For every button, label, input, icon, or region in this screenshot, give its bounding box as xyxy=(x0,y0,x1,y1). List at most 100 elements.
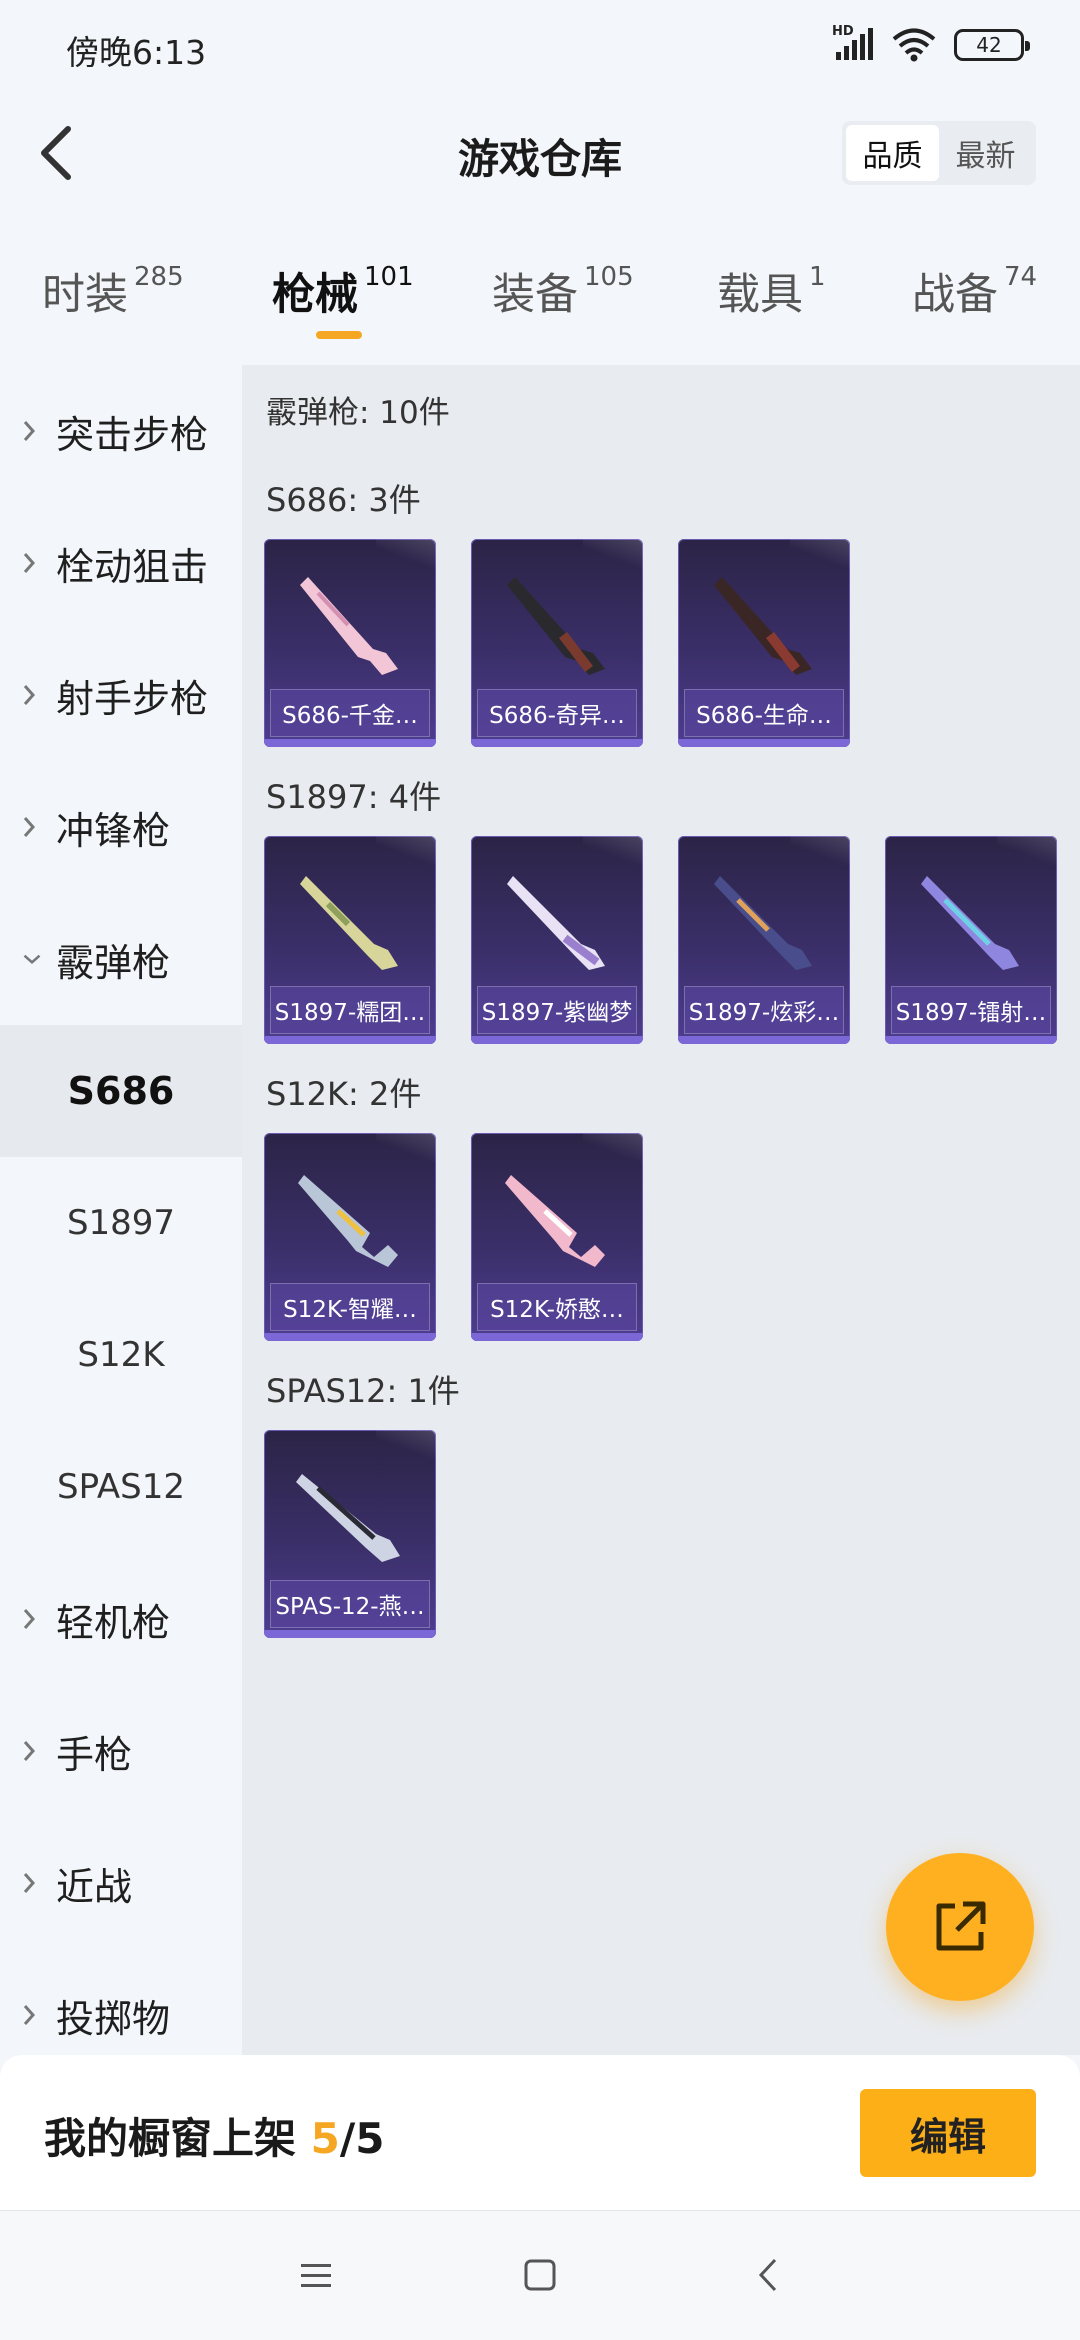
system-nav-bar xyxy=(0,2210,1080,2340)
sidebar-item-lmg[interactable]: 轻机枪 xyxy=(0,1553,242,1685)
skin-card[interactable]: S1897-镭射… xyxy=(885,836,1057,1044)
chevron-right-icon xyxy=(22,1607,42,1631)
group-title: SPAS12: 1件 xyxy=(266,1372,460,1410)
sidebar-item-label: 射手步枪 xyxy=(56,676,209,721)
skin-name: S12K-智耀… xyxy=(270,1283,430,1331)
shotgun-icon xyxy=(507,577,605,675)
shotgun-icon xyxy=(507,876,605,970)
rarity-bar xyxy=(678,739,850,747)
status-icons: HD 42 xyxy=(832,24,1030,62)
status-bar: 傍晚6:13 HD 42 xyxy=(0,0,1080,95)
content-area: 霰弹枪: 10件 S686: 3件 S686-千金… S686-奇异… S686… xyxy=(242,365,1080,2055)
tab-supplies[interactable]: 战备 74 xyxy=(912,260,1037,322)
sidebar-item-label: 冲锋枪 xyxy=(56,808,171,853)
rarity-bar xyxy=(471,739,643,747)
skin-card[interactable]: S686-千金… xyxy=(264,539,436,747)
group-title: S1897: 4件 xyxy=(266,778,442,816)
back-nav-button[interactable] xyxy=(746,2253,790,2297)
tab-label: 时装 xyxy=(42,270,128,320)
rifle-icon xyxy=(298,1175,398,1267)
sidebar-item-label: 轻机枪 xyxy=(56,1600,171,1645)
sidebar-sub-s1897[interactable]: S1897 xyxy=(0,1157,242,1289)
chevron-right-icon xyxy=(22,419,42,443)
tab-count: 101 xyxy=(364,262,414,292)
chevron-right-icon xyxy=(22,683,42,707)
back-icon xyxy=(758,2258,777,2292)
home-icon xyxy=(524,2259,556,2291)
skin-name: S686-奇异… xyxy=(477,689,637,737)
tab-label: 载具 xyxy=(717,270,803,320)
shelf-status: 我的橱窗上架 5/5 xyxy=(44,2105,384,2166)
sidebar: 突击步枪 栓动狙击 射手步枪 冲锋枪 霰弹枪 S686 S1897 S12K S… xyxy=(0,365,242,2055)
sidebar-item-shotgun[interactable]: 霰弹枪 xyxy=(0,893,242,1025)
group-title: S686: 3件 xyxy=(266,481,421,519)
skin-card[interactable]: S12K-智耀… xyxy=(264,1133,436,1341)
skin-name: S686-生命… xyxy=(684,689,844,737)
tab-count: 105 xyxy=(584,262,634,292)
sidebar-item-label: 近战 xyxy=(56,1864,133,1909)
shelf-current: 5 xyxy=(310,2114,340,2163)
group-title: S12K: 2件 xyxy=(266,1075,422,1113)
chevron-down-icon xyxy=(22,952,42,966)
shotgun-icon xyxy=(921,876,1019,970)
sort-quality-button[interactable]: 品质 xyxy=(846,125,939,181)
rarity-bar xyxy=(471,1333,643,1341)
sidebar-item-bolt-sniper[interactable]: 栓动狙击 xyxy=(0,497,242,629)
tab-label: 枪械 xyxy=(272,270,358,320)
tab-label: 战备 xyxy=(912,270,998,320)
skin-card[interactable]: S1897-糯团… xyxy=(264,836,436,1044)
rarity-bar xyxy=(264,1630,436,1638)
sidebar-sub-s12k[interactable]: S12K xyxy=(0,1289,242,1421)
skin-name: S1897-糯团… xyxy=(270,986,430,1034)
chevron-right-icon xyxy=(22,2003,42,2027)
share-icon xyxy=(936,1901,986,1951)
sidebar-sub-spas12[interactable]: SPAS12 xyxy=(0,1421,242,1553)
rarity-bar xyxy=(264,739,436,747)
skin-name: SPAS-12-燕… xyxy=(270,1580,430,1628)
tab-guns[interactable]: 枪械 101 xyxy=(272,260,414,322)
menu-icon xyxy=(301,2264,331,2287)
menu-button[interactable] xyxy=(294,2253,338,2297)
skin-card[interactable]: S686-奇异… xyxy=(471,539,643,747)
sidebar-item-label: 突击步枪 xyxy=(56,412,209,457)
shotgun-icon xyxy=(714,876,812,970)
battery-level: 42 xyxy=(976,33,1002,57)
tab-count: 74 xyxy=(1004,262,1038,292)
tab-count: 285 xyxy=(134,262,184,292)
chevron-right-icon xyxy=(22,1871,42,1895)
status-time: 傍晚6:13 xyxy=(66,33,207,72)
skin-name: S1897-镭射… xyxy=(891,986,1051,1034)
sort-newest-button[interactable]: 最新 xyxy=(939,125,1032,181)
share-button[interactable] xyxy=(886,1853,1034,2001)
rarity-bar xyxy=(264,1036,436,1044)
sidebar-item-label: 手枪 xyxy=(56,1732,133,1777)
skin-card[interactable]: S1897-紫幽梦 xyxy=(471,836,643,1044)
home-button[interactable] xyxy=(518,2253,562,2297)
skin-name: S1897-紫幽梦 xyxy=(477,986,637,1034)
sidebar-item-label: 霰弹枪 xyxy=(56,940,171,985)
sidebar-item-marksman-rifle[interactable]: 射手步枪 xyxy=(0,629,242,761)
edit-button[interactable]: 编辑 xyxy=(860,2089,1036,2177)
sidebar-sub-s686[interactable]: S686 xyxy=(0,1025,242,1157)
shelf-total: 5 xyxy=(355,2114,385,2163)
sidebar-item-pistol[interactable]: 手枪 xyxy=(0,1685,242,1817)
network-type: HD xyxy=(832,24,854,39)
category-tabs: 时装 285 枪械 101 装备 105 载具 1 战备 74 xyxy=(0,210,1080,365)
chevron-right-icon xyxy=(22,551,42,575)
chevron-right-icon xyxy=(22,1739,42,1763)
signal-icon: HD xyxy=(832,24,874,62)
skin-name: S1897-炫彩… xyxy=(684,986,844,1034)
tab-outfits[interactable]: 时装 285 xyxy=(42,260,184,322)
skin-card[interactable]: SPAS-12-燕… xyxy=(264,1430,436,1638)
skin-name: S686-千金… xyxy=(270,689,430,737)
sidebar-item-assault-rifle[interactable]: 突击步枪 xyxy=(0,365,242,497)
sidebar-item-melee[interactable]: 近战 xyxy=(0,1817,242,1949)
skin-card[interactable]: S686-生命… xyxy=(678,539,850,747)
skin-card[interactable]: S12K-娇憨… xyxy=(471,1133,643,1341)
sidebar-item-smg[interactable]: 冲锋枪 xyxy=(0,761,242,893)
rarity-bar xyxy=(885,1036,1057,1044)
tab-equipment[interactable]: 装备 105 xyxy=(492,260,634,322)
tab-vehicles[interactable]: 载具 1 xyxy=(717,260,826,322)
category-summary: 霰弹枪: 10件 xyxy=(266,395,450,431)
skin-card[interactable]: S1897-炫彩… xyxy=(678,836,850,1044)
